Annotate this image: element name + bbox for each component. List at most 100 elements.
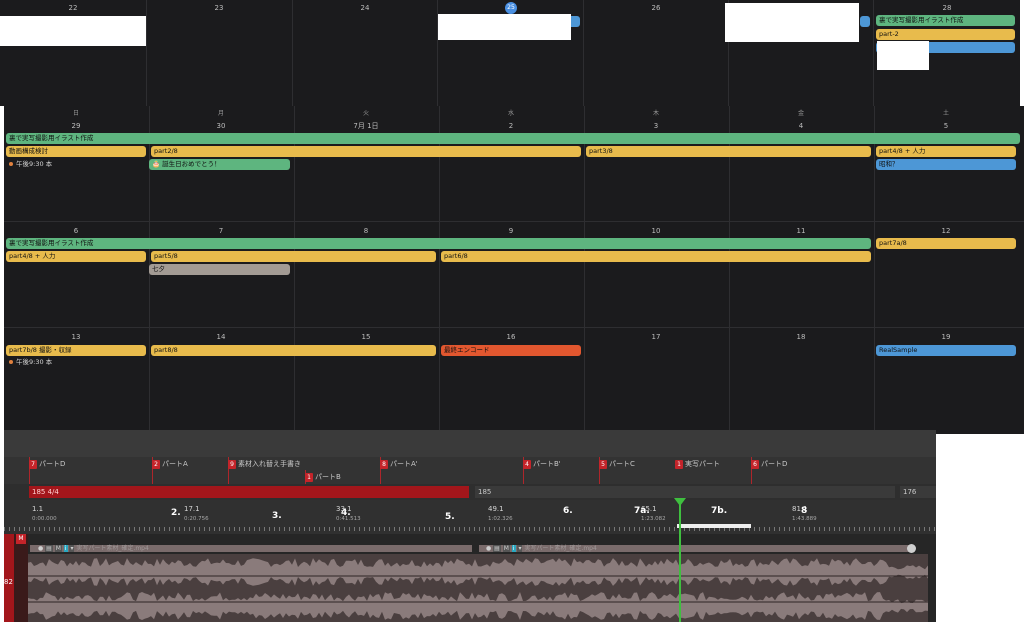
timeline-marker[interactable]: 2 パートA: [152, 460, 188, 469]
timed-event-label: 午後9:30 本: [16, 358, 53, 366]
event-chip[interactable]: [860, 16, 870, 27]
day-number[interactable]: 8: [356, 227, 376, 236]
event-chip[interactable]: 裏で実写撮影用イラスト作成: [6, 238, 871, 249]
time-position: 1:23.082: [641, 516, 666, 522]
day-number[interactable]: 7月 1日: [346, 122, 386, 131]
event-chip[interactable]: part6/8: [441, 251, 871, 262]
day-number[interactable]: 15: [356, 333, 376, 342]
day-number[interactable]: 19: [936, 333, 956, 342]
event-chip[interactable]: part4/8 + 人力: [6, 251, 146, 262]
clip-handle-icon[interactable]: ●: [38, 545, 43, 552]
day-number[interactable]: 4: [791, 122, 811, 131]
event-chip[interactable]: part-2: [876, 29, 1015, 40]
time-position: 0:20.756: [184, 516, 209, 522]
timeline-marker[interactable]: 1 実写パート: [675, 460, 720, 469]
event-chip[interactable]: 裏で実写撮影用イラスト作成: [6, 133, 1020, 144]
time-position: 1:02.326: [488, 516, 513, 522]
mute-icon[interactable]: M: [54, 545, 62, 552]
day-number[interactable]: 30: [211, 122, 231, 131]
marker-label: パートC: [609, 460, 635, 468]
lock-icon[interactable]: ▤: [45, 545, 53, 552]
track-options-icon[interactable]: ▾: [69, 545, 75, 552]
day-number[interactable]: 22: [63, 4, 83, 13]
redacted-area: [438, 14, 571, 40]
timeline-marker[interactable]: 7 パートD: [29, 460, 65, 469]
day-number[interactable]: 23: [209, 4, 229, 13]
marker-label: パートB: [315, 473, 341, 481]
day-number[interactable]: 7: [211, 227, 231, 236]
mute-icon[interactable]: M: [502, 545, 510, 552]
weekday-label: 金: [797, 110, 804, 117]
section-annotation: 4.: [341, 508, 351, 518]
day-number[interactable]: 17: [646, 333, 666, 342]
clip-handle-icon[interactable]: ●: [486, 545, 491, 552]
calendar-month-view: 日 月 火 水 木 金 土 29 30 7月 1日 2 3 4 5 裏で実写撮影…: [4, 106, 1024, 434]
event-chip[interactable]: part5/8: [151, 251, 436, 262]
audio-waveform[interactable]: [28, 554, 928, 622]
marker-lane: [4, 457, 936, 484]
day-number[interactable]: 14: [211, 333, 231, 342]
event-chip[interactable]: part3/8: [586, 146, 871, 157]
day-number[interactable]: 29: [66, 122, 86, 131]
clip-end-handle-icon[interactable]: [907, 544, 916, 553]
loop-range[interactable]: [677, 524, 751, 528]
clip-controls[interactable]: ● ▤ M i ▾ 実写パート素材_確定.mp4: [38, 544, 149, 553]
day-number[interactable]: 11: [791, 227, 811, 236]
weekday-label: 火: [362, 110, 369, 117]
event-chip[interactable]: RealSample: [876, 345, 1016, 356]
region-bar[interactable]: 185: [475, 486, 895, 498]
timeline-marker[interactable]: 6 パートD: [751, 460, 787, 469]
timeline-marker[interactable]: 8 パートA': [380, 460, 418, 469]
timeline-marker[interactable]: 4 パートB': [523, 460, 561, 469]
event-chip[interactable]: part4/8 + 人力: [876, 146, 1016, 157]
clip-controls[interactable]: ● ▤ M i ▾ 実写パート素材_確定.mp4: [486, 544, 597, 553]
day-number[interactable]: 24: [355, 4, 375, 13]
timeline-marker[interactable]: 9 素材入れ替え手書き: [228, 460, 301, 469]
timeline-marker[interactable]: 5 パートC: [599, 460, 635, 469]
event-chip[interactable]: part2/8: [151, 146, 581, 157]
timed-event[interactable]: 午後9:30 本: [9, 358, 52, 367]
region-bar[interactable]: 185 4/4: [29, 486, 469, 498]
marker-number: 9: [228, 460, 236, 469]
redacted-area: [0, 16, 146, 46]
day-number[interactable]: 12: [936, 227, 956, 236]
lock-icon[interactable]: ▤: [493, 545, 501, 552]
section-annotation: 6.: [563, 506, 573, 516]
calendar-previous-week: 22 23 24 25 26 28 裏で実写撮影用イラスト作成 part-2: [0, 0, 1020, 106]
event-dot-icon: [9, 162, 13, 166]
event-chip[interactable]: 昭和？: [876, 159, 1016, 170]
timed-event[interactable]: 午後9:30 本: [9, 160, 52, 169]
day-number[interactable]: 16: [501, 333, 521, 342]
day-number[interactable]: 13: [66, 333, 86, 342]
event-chip[interactable]: 七夕: [149, 264, 290, 275]
timeline-marker[interactable]: 1 パートB: [305, 473, 341, 482]
today-indicator[interactable]: 25: [505, 2, 517, 14]
day-number[interactable]: 9: [501, 227, 521, 236]
clip-name: 実写パート素材_確定.mp4: [524, 545, 597, 552]
mute-button[interactable]: M: [16, 534, 26, 544]
event-chip[interactable]: 🎂 誕生日おめでとう！: [149, 159, 290, 170]
playhead-line[interactable]: [679, 504, 681, 622]
info-icon[interactable]: i: [63, 545, 68, 552]
day-number[interactable]: 26: [646, 4, 666, 13]
marker-number: 4: [523, 460, 531, 469]
day-number[interactable]: 28: [937, 4, 957, 13]
marker-number: 1: [675, 460, 683, 469]
event-chip[interactable]: part8/8: [151, 345, 436, 356]
marker-label: 素材入れ替え手書き: [238, 460, 301, 468]
day-number[interactable]: 3: [646, 122, 666, 131]
event-chip[interactable]: part7a/8: [876, 238, 1016, 249]
event-chip[interactable]: part7b/8 撮影・収録: [6, 345, 146, 356]
event-chip[interactable]: 裏で実写撮影用イラスト作成: [876, 15, 1015, 26]
region-bar[interactable]: 176: [900, 486, 936, 498]
day-number[interactable]: 6: [66, 227, 86, 236]
event-dot-icon: [9, 360, 13, 364]
track-options-icon[interactable]: ▾: [517, 545, 523, 552]
info-icon[interactable]: i: [511, 545, 516, 552]
day-number[interactable]: 18: [791, 333, 811, 342]
event-chip[interactable]: 動画構成検討: [6, 146, 146, 157]
day-number[interactable]: 2: [501, 122, 521, 131]
day-number[interactable]: 10: [646, 227, 666, 236]
event-chip[interactable]: 最終エンコード: [441, 345, 581, 356]
day-number[interactable]: 5: [936, 122, 956, 131]
